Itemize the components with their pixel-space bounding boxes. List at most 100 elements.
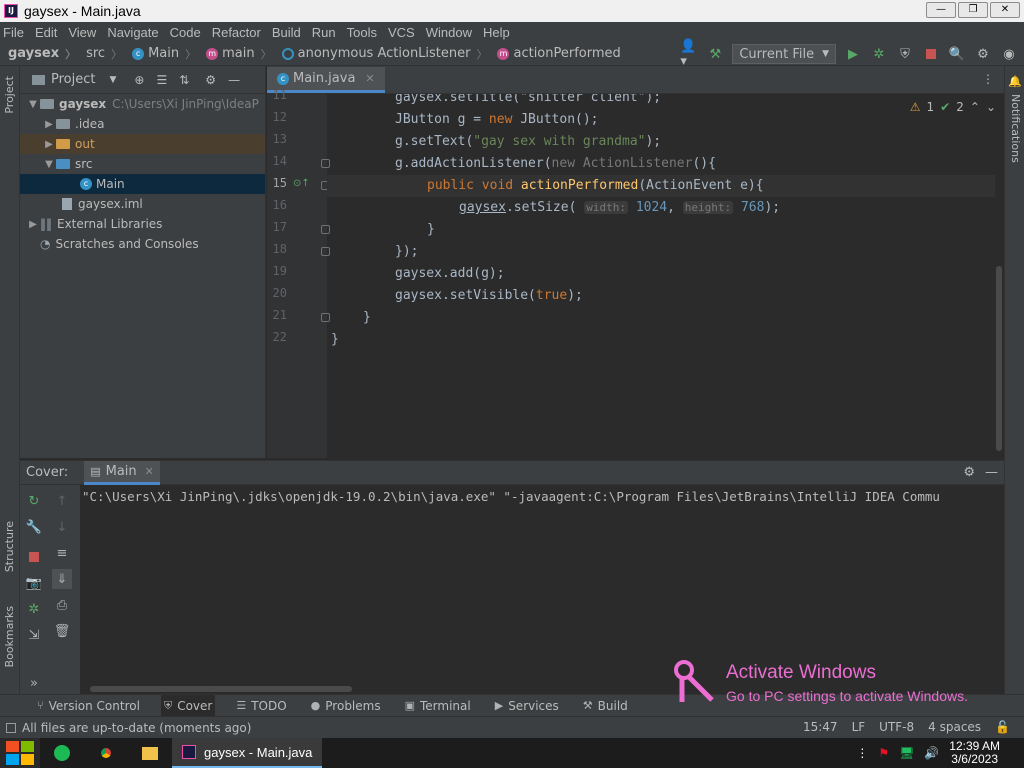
- clock[interactable]: 12:39 AM 3/6/2023: [949, 740, 1000, 766]
- more-icon[interactable]: »: [24, 673, 44, 693]
- tree-item-out[interactable]: ▶ out: [20, 134, 265, 154]
- spotify-icon[interactable]: [40, 738, 84, 768]
- line-separator[interactable]: LF: [852, 720, 866, 734]
- menu-run[interactable]: Run: [312, 25, 336, 40]
- coverage-icon[interactable]: ⛨: [896, 45, 914, 63]
- scroll-to-end-icon[interactable]: ⇓: [52, 569, 72, 589]
- search-icon[interactable]: 🔍: [948, 45, 966, 63]
- breadcrumb-class[interactable]: c Main 〉: [132, 46, 202, 62]
- tool-window-terminal[interactable]: ▣ Terminal: [402, 695, 474, 717]
- close-icon[interactable]: ✕: [145, 465, 154, 478]
- tool-window-version-control[interactable]: ⑂ Version Control: [34, 695, 143, 717]
- gear-icon[interactable]: ⚙: [963, 465, 975, 480]
- console-output[interactable]: "C:\Users\Xi JinPing\.jdks\openjdk-19.0.…: [82, 489, 1004, 504]
- tool-window-services[interactable]: ▶ Services: [492, 695, 562, 717]
- chrome-icon[interactable]: [84, 738, 128, 768]
- menu-window[interactable]: Window: [426, 25, 472, 40]
- chevron-right-icon[interactable]: ▶: [42, 119, 56, 130]
- menu-code[interactable]: Code: [170, 25, 201, 40]
- file-explorer-icon[interactable]: [128, 738, 172, 768]
- tool-window-todo[interactable]: ☰ TODO: [233, 695, 289, 717]
- chevron-down-icon[interactable]: ▼: [42, 159, 56, 170]
- side-tab-structure[interactable]: Structure: [3, 521, 16, 572]
- exit-icon[interactable]: ⇲: [24, 625, 44, 645]
- debug-icon[interactable]: ✲: [870, 45, 888, 63]
- bell-icon[interactable]: 🔔: [1006, 72, 1024, 90]
- lock-icon[interactable]: 🔓: [995, 720, 1010, 734]
- tree-item-gaysex[interactable]: ▼ gaysex C:\Users\Xi JinPing\IdeaP: [20, 94, 265, 114]
- editor-scrollbar[interactable]: [996, 266, 1002, 451]
- network-icon[interactable]: 🖥: [899, 746, 914, 760]
- breadcrumb-action[interactable]: m actionPerformed: [497, 46, 621, 61]
- tree-item-external-libraries[interactable]: ▶ ‖‖ External Libraries: [20, 214, 265, 234]
- more-options-icon[interactable]: ⋮: [982, 72, 994, 86]
- menu-file[interactable]: File: [3, 25, 24, 40]
- menu-view[interactable]: View: [68, 25, 96, 40]
- project-panel-title[interactable]: Project: [51, 72, 95, 87]
- tool-window-problems[interactable]: ● Problems: [308, 695, 384, 717]
- menu-build[interactable]: Build: [272, 25, 301, 40]
- menu-refactor[interactable]: Refactor: [212, 25, 261, 40]
- tray-more-icon[interactable]: ⋮: [856, 746, 868, 760]
- hide-icon[interactable]: —: [228, 73, 240, 87]
- gear-icon[interactable]: ⚙: [205, 73, 216, 87]
- chevron-right-icon[interactable]: ▶: [26, 219, 40, 230]
- arrow-down-icon[interactable]: ↓: [52, 517, 72, 537]
- user-icon[interactable]: 👤▾: [680, 39, 698, 69]
- side-tab-bookmarks[interactable]: Bookmarks: [3, 606, 16, 667]
- console-scrollbar[interactable]: [90, 686, 352, 692]
- start-button[interactable]: [0, 738, 40, 768]
- tree-item-main[interactable]: c Main: [20, 174, 265, 194]
- code-area[interactable]: gaysex.setTitle("shitter client"); JButt…: [327, 94, 995, 458]
- restore-button[interactable]: ❐: [958, 2, 988, 18]
- chevron-down-icon[interactable]: ▼: [26, 99, 40, 110]
- build-hammer-icon[interactable]: ⚒: [706, 45, 724, 63]
- tool-window-cover[interactable]: ⛨ Cover: [160, 694, 216, 717]
- soft-wrap-icon[interactable]: ≡: [52, 543, 72, 563]
- locate-icon[interactable]: ⊕: [134, 73, 144, 87]
- tree-item-scratches[interactable]: ◔ Scratches and Consoles: [20, 234, 265, 254]
- chevron-down-icon[interactable]: ▼: [109, 75, 116, 85]
- hide-icon[interactable]: —: [985, 465, 998, 480]
- override-gutter-icon[interactable]: ⊙↑: [293, 178, 310, 189]
- close-icon[interactable]: ✕: [365, 72, 374, 85]
- side-tab-project[interactable]: Project: [3, 76, 16, 114]
- indent-setting[interactable]: 4 spaces: [928, 720, 981, 734]
- flag-icon[interactable]: ⚑: [878, 746, 889, 760]
- tree-item-gaysex-iml[interactable]: gaysex.iml: [20, 194, 265, 214]
- gear-icon[interactable]: ⚙: [974, 45, 992, 63]
- tree-item-src[interactable]: ▼ src: [20, 154, 265, 174]
- breadcrumb-project[interactable]: gaysex 〉: [8, 46, 82, 62]
- side-tab-notifications[interactable]: Notifications: [1009, 94, 1022, 163]
- menu-navigate[interactable]: Navigate: [107, 25, 158, 40]
- stop-icon[interactable]: [24, 547, 44, 567]
- print-icon[interactable]: ⎙: [52, 595, 72, 615]
- menu-vcs[interactable]: VCS: [388, 25, 415, 40]
- chevron-right-icon[interactable]: ▶: [42, 139, 56, 150]
- run-config-select[interactable]: Current File ▼: [732, 44, 836, 64]
- jetbrains-logo-icon[interactable]: ◉: [1000, 45, 1018, 63]
- collapse-all-icon[interactable]: ⇅: [179, 73, 189, 87]
- arrow-up-icon[interactable]: ↑: [52, 491, 72, 511]
- tree-item-idea[interactable]: ▶ .idea: [20, 114, 265, 134]
- debug-coverage-icon[interactable]: ✲: [24, 599, 44, 619]
- status-square-icon[interactable]: [6, 722, 16, 733]
- run-icon[interactable]: ▶: [844, 45, 862, 63]
- breadcrumb-anonymous[interactable]: anonymous ActionListener 〉: [281, 46, 494, 62]
- stop-icon[interactable]: [922, 45, 940, 63]
- taskbar-task-intellij[interactable]: gaysex - Main.java: [172, 738, 323, 768]
- file-encoding[interactable]: UTF-8: [879, 720, 914, 734]
- caret-position[interactable]: 15:47: [803, 720, 838, 734]
- breadcrumb-method-main[interactable]: m main 〉: [206, 46, 277, 62]
- menu-help[interactable]: Help: [483, 25, 510, 40]
- run-tab-main[interactable]: ▤ Main ✕: [84, 460, 160, 485]
- volume-icon[interactable]: 🔊: [924, 746, 939, 760]
- chevron-up-icon[interactable]: ⌃: [970, 100, 980, 114]
- expand-all-icon[interactable]: ☰: [156, 73, 167, 87]
- menu-tools[interactable]: Tools: [347, 25, 377, 40]
- chevron-down-icon[interactable]: ⌄: [986, 100, 996, 114]
- tool-window-build[interactable]: ⚒ Build: [580, 695, 631, 717]
- inspections-widget[interactable]: ⚠ 1 ✔ 2 ⌃ ⌄: [910, 100, 996, 114]
- minimize-button[interactable]: —: [926, 2, 956, 18]
- camera-icon[interactable]: 📷: [24, 573, 44, 593]
